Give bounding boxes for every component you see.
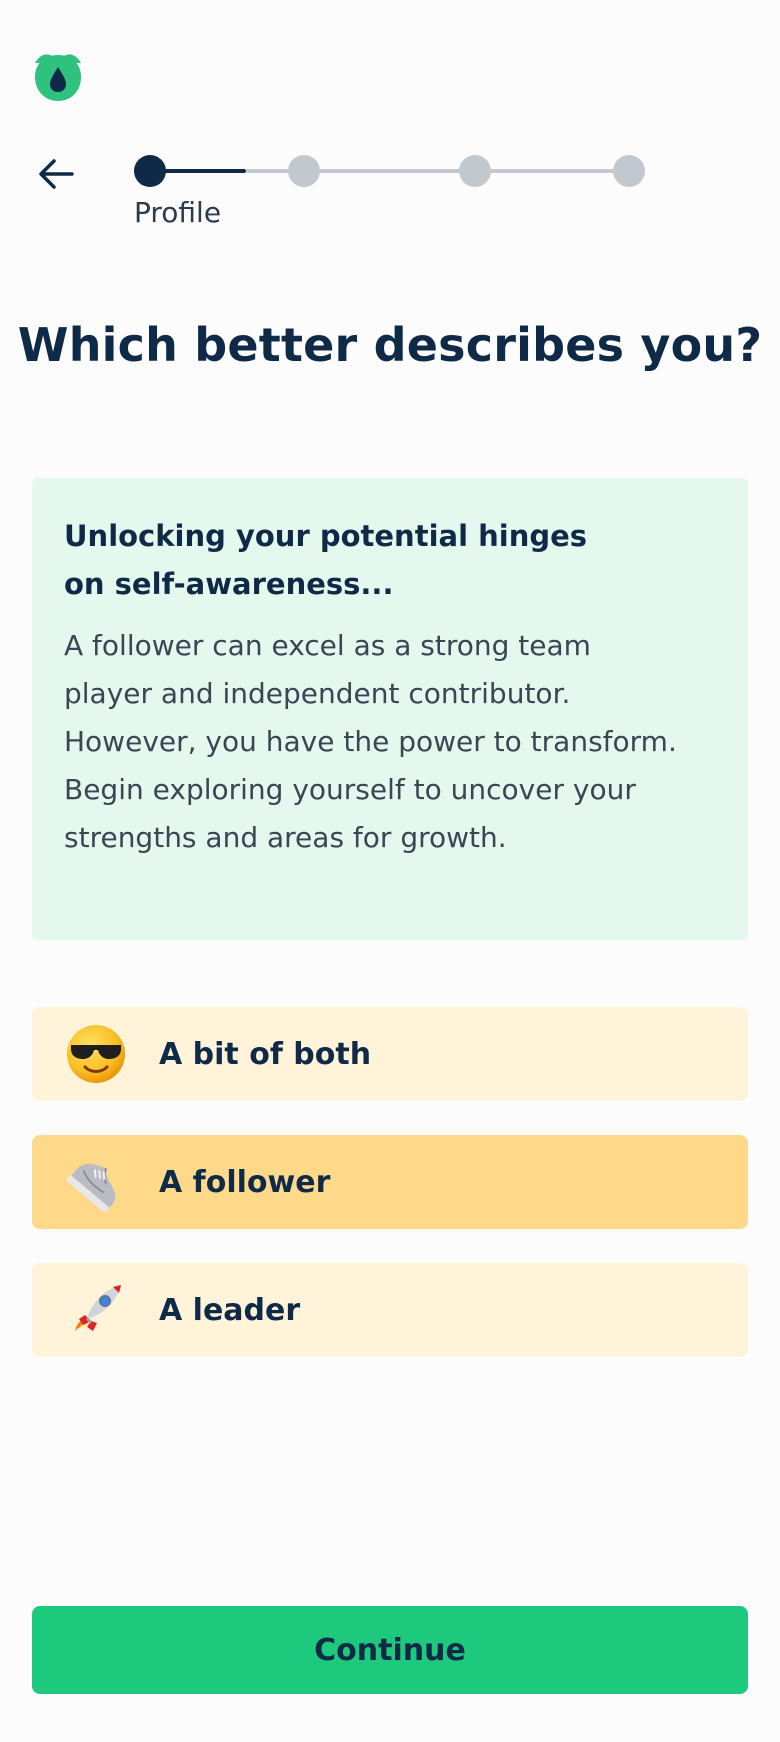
option-a-follower[interactable]: A follower: [32, 1135, 748, 1229]
option-label: A leader: [159, 1292, 301, 1328]
step-dot-4: [613, 155, 645, 187]
app-logo: [31, 49, 85, 103]
page-title: Which better describes you?: [17, 318, 763, 372]
option-label: A follower: [159, 1164, 331, 1200]
step-connector-2: [304, 169, 474, 173]
continue-button[interactable]: Continue: [32, 1606, 748, 1694]
step-dot-3: [459, 155, 491, 187]
step-dot-1: [134, 155, 166, 187]
step-dot-2: [288, 155, 320, 187]
step-connector-3: [474, 169, 628, 173]
sunglasses-face-icon: [64, 1022, 128, 1086]
info-card: Unlocking your potential hinges on self-…: [32, 478, 748, 940]
info-card-body: A follower can excel as a strong team pl…: [64, 629, 677, 854]
option-a-leader[interactable]: A leader: [32, 1263, 748, 1357]
option-a-bit-of-both[interactable]: A bit of both: [32, 1007, 748, 1101]
option-label: A bit of both: [159, 1036, 372, 1072]
step-label: Profile: [134, 196, 222, 229]
info-card-heading: Unlocking your potential hinges on self-…: [64, 519, 588, 601]
sneaker-icon: [64, 1150, 128, 1214]
arrow-left-icon: [38, 158, 74, 194]
rocket-icon: [64, 1278, 128, 1342]
back-button[interactable]: [34, 154, 78, 198]
